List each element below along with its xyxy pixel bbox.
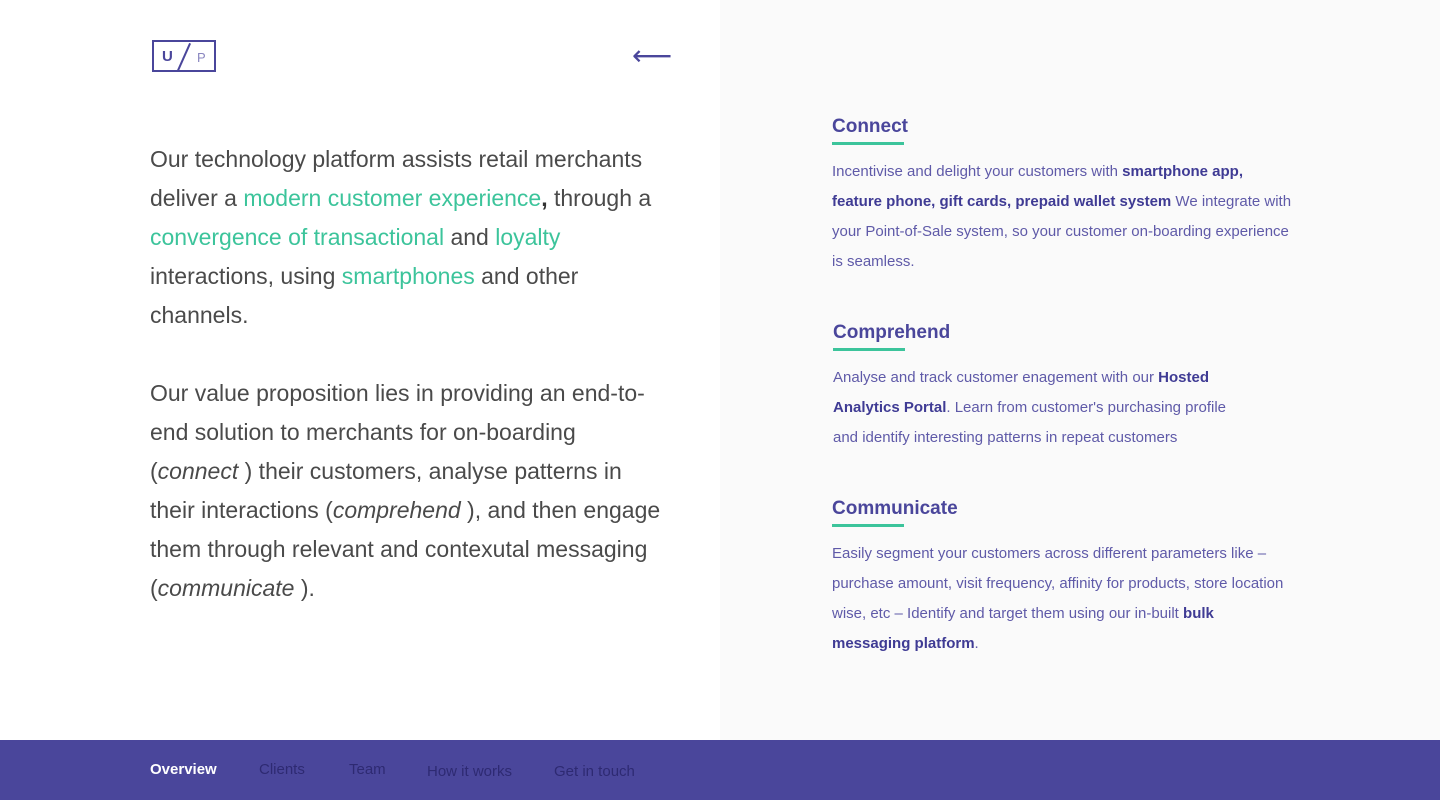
intro-text: through a — [547, 185, 652, 211]
highlight-convergence: convergence of transactional — [150, 224, 445, 250]
nav-item-get-in-touch[interactable]: Get in touch — [554, 762, 635, 782]
section-underline — [832, 142, 904, 145]
value-proposition-paragraph: Our value proposition lies in providing … — [150, 374, 670, 608]
arrow-left-icon[interactable]: ⟵ — [632, 42, 672, 70]
bottom-nav: Overview Clients Team How it works Get i… — [0, 740, 1440, 800]
section-comprehend: Comprehend Analyse and track customer en… — [833, 321, 1293, 453]
section-description: Easily segment your customers across dif… — [832, 539, 1292, 659]
nav-item-team[interactable]: Team — [349, 760, 386, 780]
nav-item-clients[interactable]: Clients — [259, 760, 305, 780]
section-title: Communicate — [832, 498, 958, 519]
intro-text: interactions, using — [150, 263, 342, 289]
value-em-communicate: communicate — [157, 575, 295, 601]
section-text: . — [974, 635, 979, 652]
section-description: Analyse and track customer enagement wit… — [833, 363, 1253, 453]
nav-item-overview[interactable]: Overview — [150, 760, 217, 780]
section-text: Incentivise and delight your customers w… — [832, 163, 1123, 180]
nav-item-how-it-works[interactable]: How it works — [427, 762, 512, 782]
logo-letter-p: P — [197, 50, 206, 65]
section-description: Incentivise and delight your customers w… — [832, 157, 1292, 277]
logo-slash — [176, 42, 192, 72]
section-communicate: Communicate Easily segment your customer… — [832, 497, 1292, 659]
section-text: Easily segment your customers across dif… — [832, 545, 1284, 622]
section-title: Connect — [832, 116, 908, 137]
highlight-loyalty: loyalty — [495, 224, 561, 250]
value-em-connect: connect — [157, 458, 239, 484]
section-underline — [833, 348, 905, 351]
logo-letter-u: U — [162, 48, 173, 65]
highlight-modern-customer-experience: modern customer experience — [243, 185, 542, 211]
section-title: Comprehend — [833, 322, 951, 343]
value-text: ). — [294, 575, 315, 601]
value-em-comprehend: comprehend — [332, 497, 461, 523]
right-panel: Connect Incentivise and delight your cus… — [720, 0, 1440, 740]
logo[interactable]: U P — [152, 40, 216, 72]
left-panel: U P ⟵ Our technology platform assists re… — [0, 0, 720, 740]
section-text: Analyse and track customer enagement wit… — [833, 369, 1159, 386]
highlight-smartphones: smartphones — [341, 263, 475, 289]
section-underline — [832, 524, 904, 527]
section-connect: Connect Incentivise and delight your cus… — [832, 115, 1292, 277]
intro-paragraph: Our technology platform assists retail m… — [150, 140, 670, 335]
intro-text: and — [444, 224, 496, 250]
